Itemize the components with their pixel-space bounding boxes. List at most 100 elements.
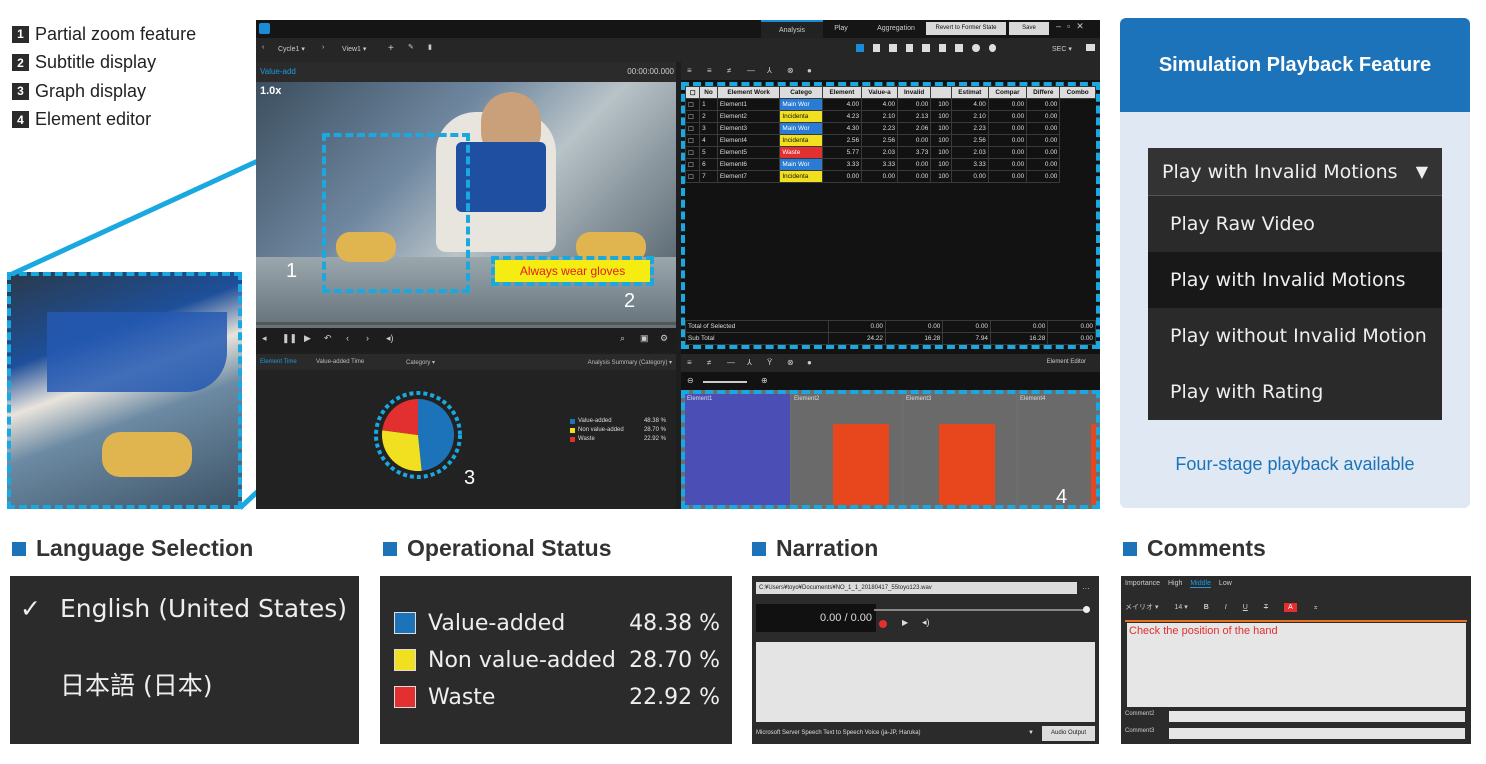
row-checkbox[interactable]: ☐ [685,158,701,171]
close-circle-icon[interactable]: ⊗ [787,66,794,75]
bold-icon[interactable]: B [1204,604,1209,611]
split-icon[interactable]: ≠ [727,66,731,75]
clear-format-icon[interactable]: ⌅ [1313,603,1319,611]
waste-block[interactable] [939,424,995,505]
summary-select[interactable]: Analysis Summary (Category) ▾ [588,359,672,366]
importance-low[interactable]: Low [1219,580,1232,587]
minus-icon[interactable]: — [747,66,755,75]
zoom-region-box[interactable] [322,133,470,293]
print-icon[interactable] [938,44,947,52]
row-checkbox[interactable]: ☐ [685,146,701,159]
zoom-out-icon[interactable]: ⊖ [687,376,694,385]
browse-icon[interactable]: … [1082,582,1090,591]
editor-close-icon[interactable]: ⊗ [787,358,794,367]
row-checkbox[interactable]: ☐ [685,110,701,123]
comment2-field[interactable] [1169,711,1465,722]
table-row[interactable]: ☐ 6 Element6 Main Wor 3.33 3.33 0.00 100 3.33 0.0… [685,158,1096,171]
editor-merge-icon[interactable]: ⅄ [747,358,752,367]
table-row[interactable]: ☐ 7 Element7 Incidenta 0.00 0.00 0.00 100 0.00 0.… [685,170,1096,183]
tab-element-time[interactable]: Element Time [260,359,297,365]
record-icon[interactable] [879,620,887,628]
table-row[interactable]: ☐ 1 Element1 Main Wor 4.00 4.00 0.00 100 4.00 0.0… [685,98,1096,111]
layout-icons[interactable] [856,44,997,52]
merge-icon[interactable]: ⅄ [767,66,772,75]
snapshot-icon[interactable]: ▣ [640,333,649,344]
play-icon[interactable]: ▶ [304,333,311,344]
category-select[interactable]: Category ▾ [406,359,435,366]
audio-seek-bar[interactable] [874,609,1086,611]
layout-3-icon[interactable] [889,44,897,52]
view-select[interactable]: View1 ▾ [342,45,366,53]
voice-select[interactable]: Microsoft Server Speech Text to Speech V… [756,727,1036,740]
row-checkbox[interactable]: ☐ [685,98,701,111]
add-icon[interactable]: + [388,43,394,54]
row-checkbox[interactable]: ☐ [685,122,701,135]
editor-cut-icon[interactable]: Ϋ [767,358,772,367]
append-row-icon[interactable]: ≡ [707,66,712,75]
playback-option[interactable]: Play without Invalid Motion [1148,308,1442,364]
playback-option[interactable]: Play Raw Video [1148,196,1442,252]
skip-back-icon[interactable]: ◂ [262,333,267,344]
zoom-search-icon[interactable]: ⌕ [620,333,625,344]
zoom-in-icon[interactable]: ⊕ [761,376,768,385]
tab-analysis[interactable]: Analysis [761,20,823,40]
settings-icon[interactable]: ⚙ [660,333,668,344]
cycle-select[interactable]: Cycle1 ▾ [278,45,305,53]
save-button[interactable]: Save [1009,22,1049,35]
editor-minus-icon[interactable]: — [727,358,735,367]
table-row[interactable]: ☐ 5 Element5 Waste 5.77 2.03 3.73 100 2.03 0.00 0.… [685,146,1096,159]
editor-element-1[interactable]: Element1 [685,394,790,505]
comment-text-area[interactable]: Check the position of the hand [1127,623,1393,707]
table-row[interactable]: ☐ 4 Element4 Incidenta 2.56 2.56 0.00 100 2.56 0.… [685,134,1096,147]
language-option-english[interactable]: ✓ English (United States) [20,594,347,623]
waste-block[interactable] [833,424,889,505]
forward-icon[interactable]: › [322,44,324,51]
comment3-field[interactable] [1169,728,1465,739]
edit-icon[interactable]: ✎ [408,43,414,51]
revert-button[interactable]: Revert to Former State [926,22,1006,35]
unit-select[interactable]: SEC ▾ [1052,45,1072,53]
header-check[interactable]: ☐ [685,86,701,99]
audio-path-field[interactable]: C:¥Users¥toyo¥Documents¥NO_1_1_20180417_… [756,582,1077,594]
insert-row-icon[interactable]: ≡ [687,66,692,75]
playback-option[interactable]: Play with Rating [1148,364,1442,420]
italic-icon[interactable]: I [1225,604,1227,611]
tab-aggregation[interactable]: Aggregation [866,20,926,38]
tab-play[interactable]: Play [826,20,856,38]
audio-seek-thumb[interactable] [1083,606,1090,613]
window-controls[interactable]: –▫✕ [1056,21,1090,32]
font-select[interactable]: メイリオ ▾ [1125,602,1158,612]
language-option-japanese[interactable]: 日本語 (日本) [60,666,212,702]
playback-option[interactable]: Play with Invalid Motions [1148,252,1442,308]
layout-4-icon[interactable] [905,44,914,52]
tab-value-added-time[interactable]: Value-added Time [316,359,364,365]
comment-side-area[interactable] [1392,623,1466,707]
waste-block[interactable] [1091,424,1096,505]
strikethrough-icon[interactable]: T [1264,604,1268,611]
row-checkbox[interactable]: ☐ [685,134,701,147]
editor-split-icon[interactable]: ≠ [707,358,711,367]
pause-icon[interactable]: ❚❚ [282,333,297,344]
seek-bar[interactable] [256,322,676,325]
list-icon[interactable] [955,44,963,52]
layout-2-icon[interactable] [872,44,881,52]
audio-output-button[interactable]: Audio Output [1042,726,1095,741]
editor-stop-icon[interactable]: ● [807,358,812,367]
zoom-slider[interactable] [703,381,747,383]
audio-volume-icon[interactable]: ◂) [922,617,930,628]
row-checkbox[interactable]: ☐ [685,170,701,183]
text-color-icon[interactable]: A [1284,602,1297,612]
chart-icon[interactable] [922,44,930,52]
next-frame-icon[interactable]: › [366,333,369,343]
table-row[interactable]: ☐ 2 Element2 Incidenta 4.23 2.10 2.13 100 2.10 0.… [685,110,1096,123]
importance-high[interactable]: High [1168,580,1182,587]
info-icon[interactable] [988,44,997,52]
stop-circle-icon[interactable]: ● [807,66,812,75]
editor-insert-icon[interactable]: ≡ [687,358,692,367]
layout-1-icon[interactable] [856,44,864,52]
gear-icon[interactable] [971,44,980,52]
return-icon[interactable]: ↶ [324,333,332,344]
underline-icon[interactable]: U [1243,604,1248,611]
back-icon[interactable]: ‹ [262,44,264,51]
size-select[interactable]: 14 ▾ [1174,603,1187,611]
